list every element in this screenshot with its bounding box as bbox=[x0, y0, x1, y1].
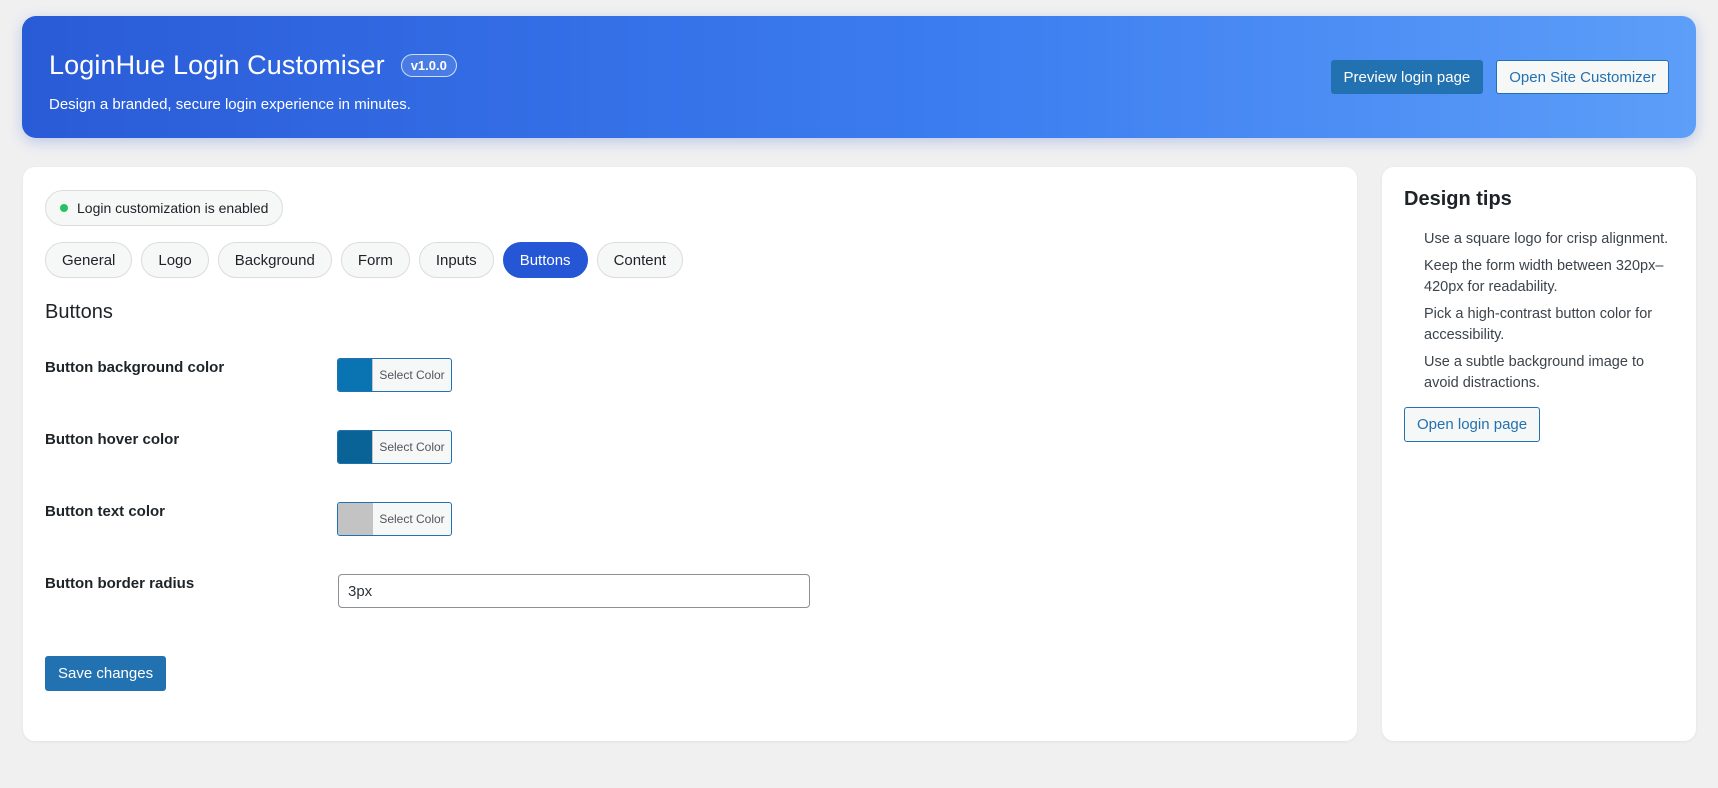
design-tips-title: Design tips bbox=[1404, 188, 1512, 210]
text-color-picker[interactable]: Select Color bbox=[337, 502, 452, 536]
color-swatch bbox=[338, 431, 373, 463]
field-label-hover-color: Button hover color bbox=[45, 431, 180, 448]
tab-form[interactable]: Form bbox=[340, 242, 410, 278]
status-dot-icon bbox=[60, 204, 68, 212]
tab-buttons[interactable]: Buttons bbox=[502, 242, 588, 278]
tab-general[interactable]: General bbox=[45, 242, 133, 278]
preview-login-button[interactable]: Preview login page bbox=[1330, 60, 1484, 94]
save-button[interactable]: Save changes bbox=[45, 656, 167, 691]
header-actions: Preview login page Open Site Customizer bbox=[1330, 60, 1669, 94]
color-swatch bbox=[338, 503, 373, 535]
select-color-label: Select Color bbox=[379, 512, 445, 526]
status-text: Login customization is enabled bbox=[77, 200, 269, 216]
tips-list: Use a square logo for crisp alignment. K… bbox=[1424, 229, 1682, 400]
version-badge: v1.0.0 bbox=[400, 54, 457, 77]
design-tips-card: Design tips Use a square logo for crisp … bbox=[1382, 167, 1696, 741]
tab-background[interactable]: Background bbox=[217, 242, 332, 278]
settings-tabs: General Logo Background Form Inputs Butt… bbox=[45, 242, 684, 278]
list-item: Keep the form width between 320px–420px … bbox=[1424, 258, 1664, 295]
section-title: Buttons bbox=[45, 301, 113, 323]
hover-color-picker[interactable]: Select Color bbox=[337, 430, 452, 464]
list-item: Pick a high-contrast button color for ac… bbox=[1424, 306, 1653, 343]
page-title: LoginHue Login Customiser bbox=[49, 50, 385, 80]
tab-content[interactable]: Content bbox=[596, 242, 684, 278]
tab-inputs[interactable]: Inputs bbox=[418, 242, 494, 278]
select-color-label: Select Color bbox=[379, 368, 445, 382]
field-label-border-radius: Button border radius bbox=[45, 575, 195, 592]
list-item: Use a subtle background image to avoid d… bbox=[1424, 354, 1645, 391]
field-label-background-color: Button background color bbox=[45, 359, 225, 376]
settings-card: Login customization is enabled General L… bbox=[23, 167, 1357, 741]
select-color-label: Select Color bbox=[379, 440, 445, 454]
background-color-picker[interactable]: Select Color bbox=[337, 358, 452, 392]
border-radius-input[interactable] bbox=[338, 574, 810, 608]
list-item: Use a square logo for crisp alignment. bbox=[1424, 231, 1669, 247]
open-customizer-button[interactable]: Open Site Customizer bbox=[1496, 60, 1669, 94]
open-login-page-button[interactable]: Open login page bbox=[1404, 407, 1541, 442]
header-title-row: LoginHue Login Customiser v1.0.0 bbox=[49, 50, 457, 81]
header-banner: LoginHue Login Customiser v1.0.0 Design … bbox=[22, 16, 1696, 138]
field-label-text-color: Button text color bbox=[45, 503, 165, 520]
status-badge: Login customization is enabled bbox=[45, 190, 284, 226]
color-swatch bbox=[338, 359, 373, 391]
page-subtitle: Design a branded, secure login experienc… bbox=[49, 96, 411, 113]
tab-logo[interactable]: Logo bbox=[141, 242, 209, 278]
